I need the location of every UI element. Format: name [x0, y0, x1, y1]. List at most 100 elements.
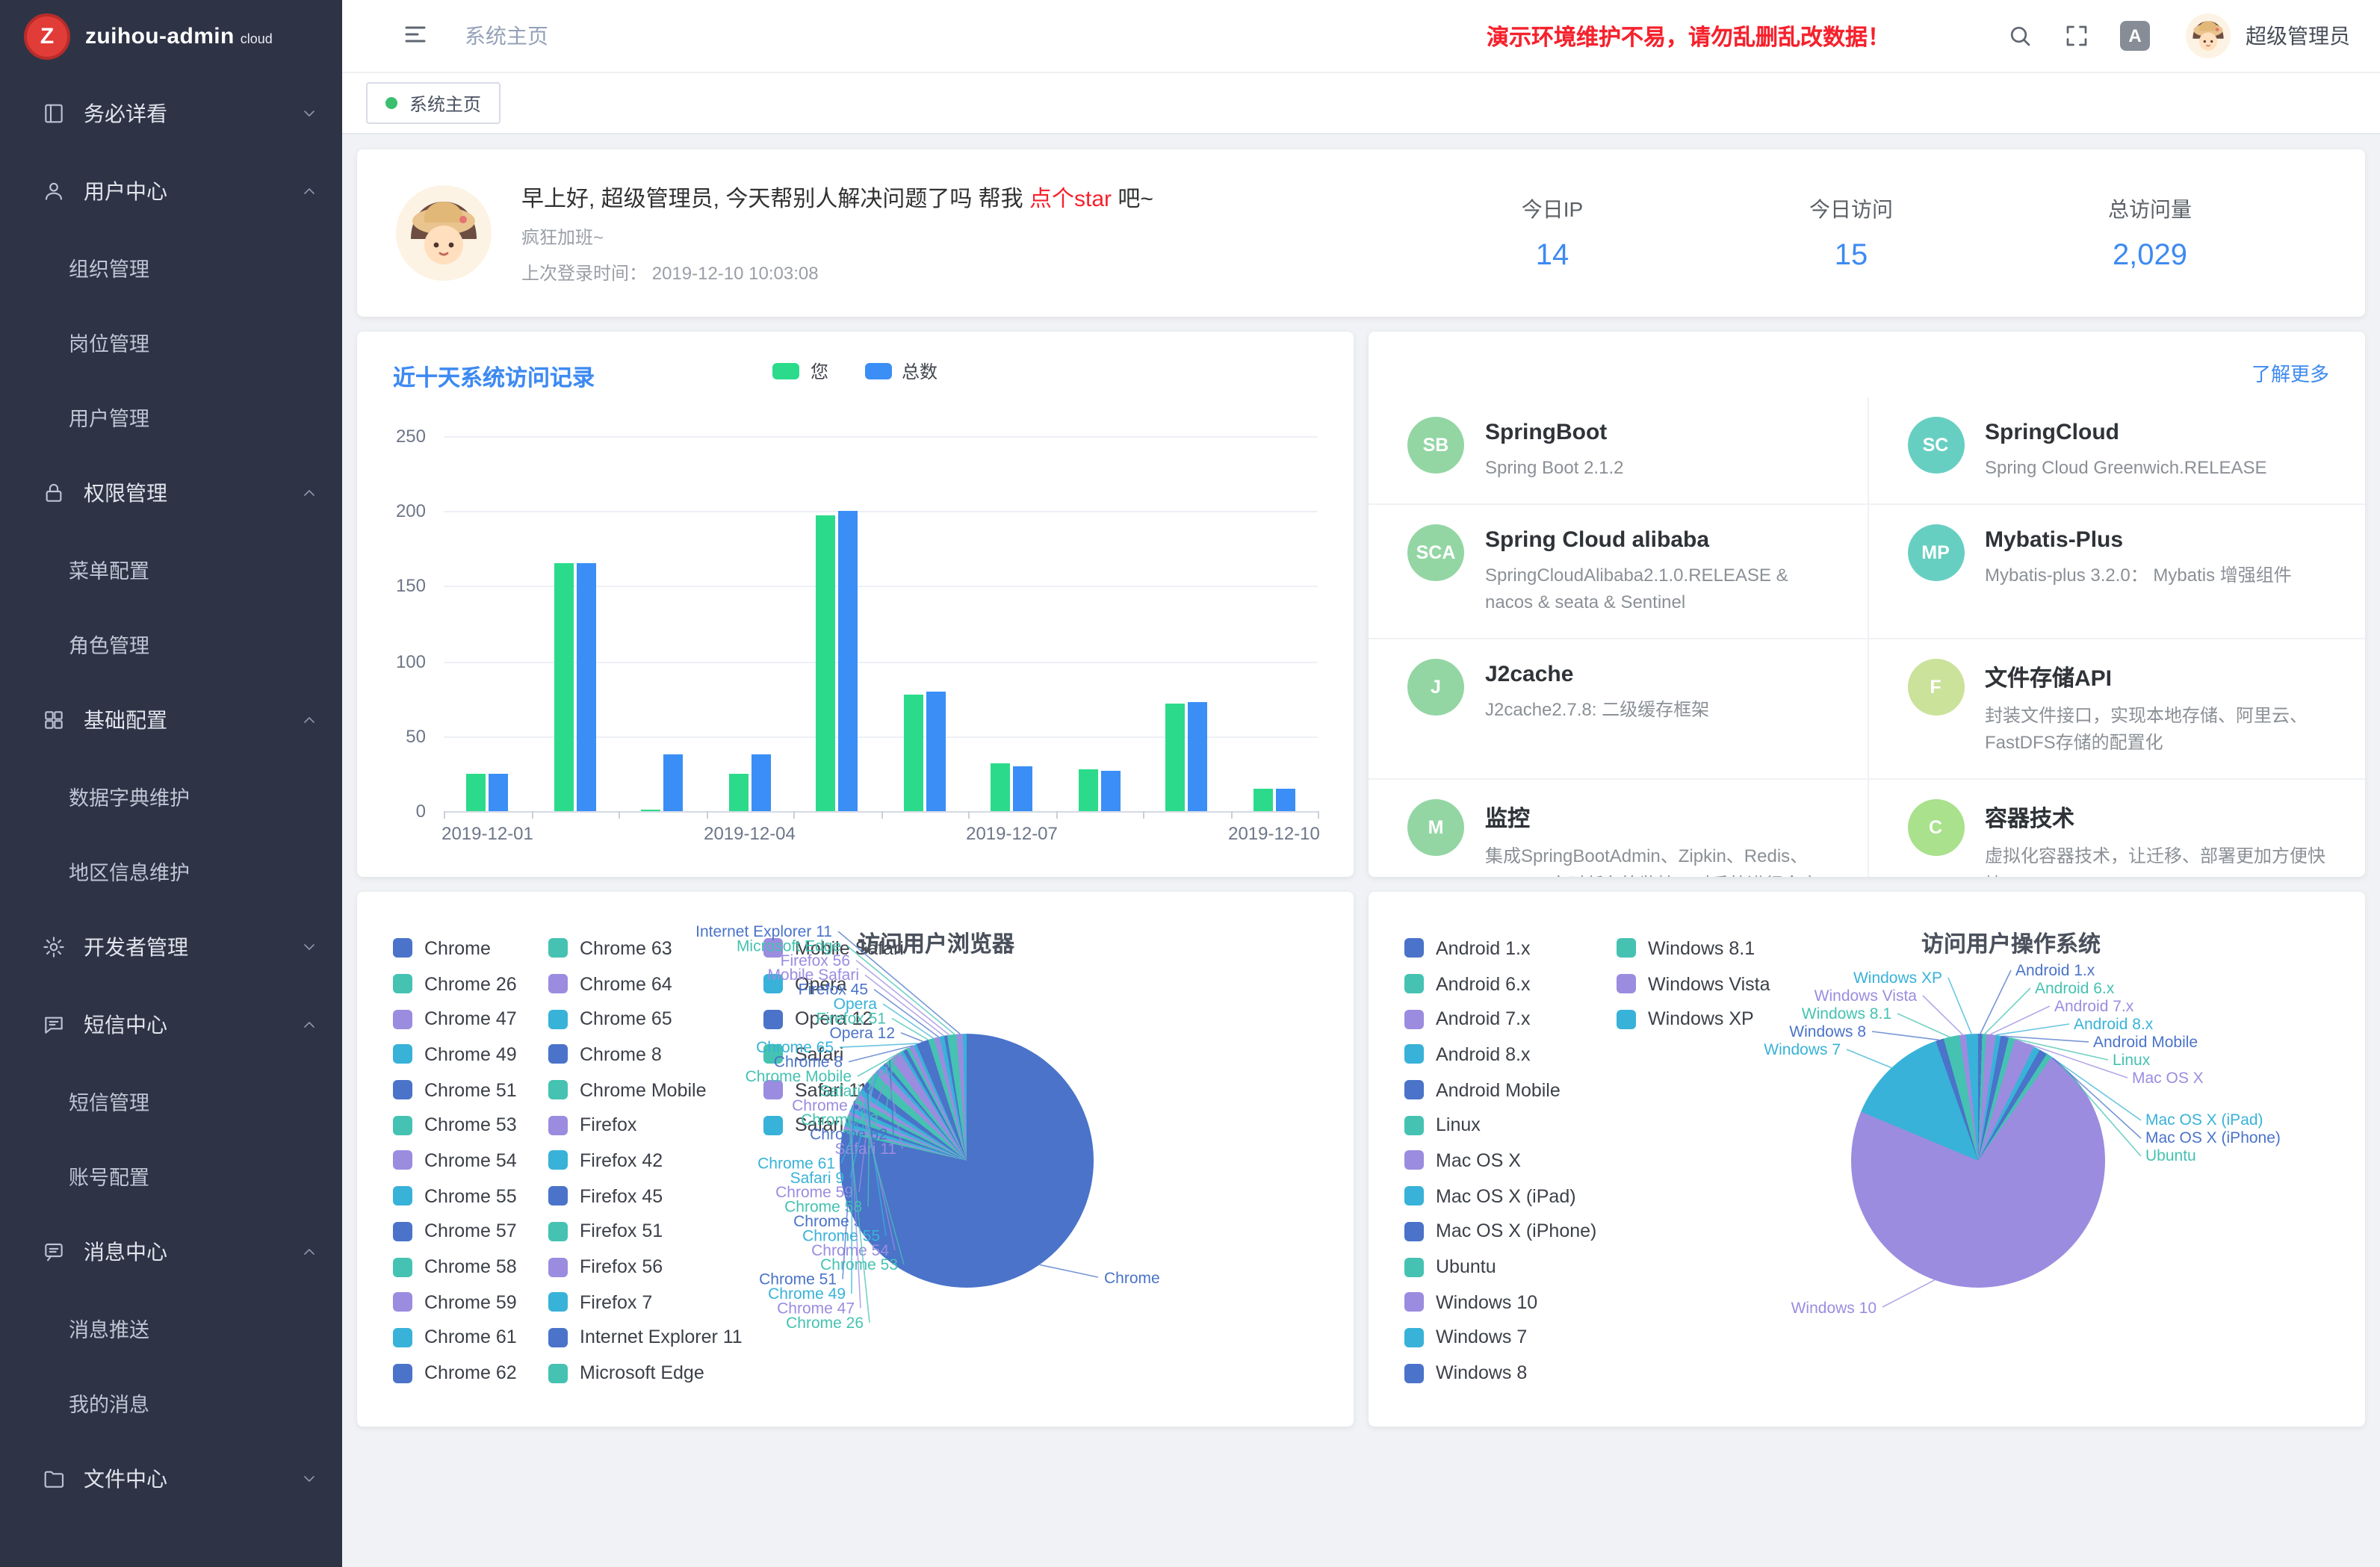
legend-item[interactable]: Android 6.x — [1404, 966, 1617, 1001]
sidebar-item-3-0[interactable]: 数据字典维护 — [0, 759, 342, 834]
legend-item[interactable]: Opera — [763, 966, 958, 1001]
legend-item[interactable]: Chrome 62 — [393, 1356, 548, 1391]
sidebar-item-5-0[interactable]: 短信管理 — [0, 1064, 342, 1138]
search-icon[interactable] — [2006, 22, 2033, 49]
sidebar-group-5[interactable]: 短信中心 — [0, 986, 342, 1064]
font-size-icon[interactable]: A — [2120, 21, 2150, 51]
legend-item[interactable]: Chrome 59 — [393, 1285, 548, 1320]
framework-badge: SB — [1407, 417, 1464, 474]
legend-item[interactable]: Firefox — [548, 1108, 763, 1143]
legend-label: Chrome — [424, 938, 491, 959]
legend-item[interactable]: Windows 7 — [1404, 1320, 1617, 1355]
legend-item[interactable]: Mac OS X — [1404, 1143, 1617, 1178]
legend-item[interactable]: Android 7.x — [1404, 1002, 1617, 1037]
legend-item[interactable]: Firefox 7 — [548, 1285, 763, 1320]
framework-badge: M — [1407, 799, 1464, 856]
legend-item[interactable]: Chrome 65 — [548, 1002, 763, 1037]
legend-marker — [1404, 1222, 1424, 1241]
legend-item[interactable]: Android 1.x — [1404, 931, 1617, 966]
legend-item[interactable]: Chrome 8 — [548, 1037, 763, 1072]
legend-item[interactable]: Firefox 45 — [548, 1179, 763, 1214]
legend-item[interactable]: Mac OS X (iPhone) — [1404, 1214, 1617, 1249]
legend-item[interactable]: Chrome 57 — [393, 1214, 548, 1249]
legend-item[interactable]: Chrome 58 — [393, 1249, 548, 1284]
legend-item[interactable]: Chrome 61 — [393, 1320, 548, 1355]
legend-item[interactable]: Chrome Mobile — [548, 1073, 763, 1108]
legend-item[interactable]: Windows XP — [1617, 1002, 1796, 1037]
framework-title: 监控 — [1485, 802, 1828, 834]
legend-item[interactable]: Windows Vista — [1617, 966, 1796, 1001]
sidebar-group-3[interactable]: 基础配置 — [0, 681, 342, 759]
last-login: 上次登录时间： 2019-12-10 10:03:08 — [521, 259, 1153, 285]
sidebar-item-6-1[interactable]: 我的消息 — [0, 1365, 342, 1440]
legend-label: Microsoft Edge — [580, 1362, 704, 1383]
legend-item[interactable]: Chrome 49 — [393, 1037, 548, 1072]
star-link[interactable]: 点个star — [1029, 186, 1112, 211]
legend-item[interactable]: Chrome 63 — [548, 931, 763, 966]
legend-item[interactable]: Windows 8 — [1404, 1356, 1617, 1391]
legend-label: Chrome 26 — [424, 973, 517, 994]
sidebar-item-3-1[interactable]: 地区信息维护 — [0, 834, 342, 908]
framework-desc: 集成SpringBootAdmin、Zipkin、Redis、Mysql、定时任… — [1485, 843, 1828, 877]
sidebar-item-5-1[interactable]: 账号配置 — [0, 1138, 342, 1213]
legend-item[interactable]: Firefox 42 — [548, 1143, 763, 1178]
greeting-info: 早上好, 超级管理员, 今天帮别人解决问题了吗 帮我 点个star 吧~ 疯狂加… — [521, 181, 1153, 285]
folder-icon — [42, 1467, 66, 1491]
sidebar-group-4[interactable]: 开发者管理 — [0, 908, 342, 986]
legend-label: Chrome 59 — [424, 1291, 517, 1312]
framework-desc: Mybatis-plus 3.2.0： Mybatis 增强组件 — [1985, 561, 2292, 589]
legend-item[interactable]: Firefox 56 — [548, 1249, 763, 1284]
legend-item[interactable]: Opera 12 — [763, 1002, 958, 1037]
os-pie[interactable] — [1851, 1034, 2105, 1288]
sidebar-group-label: 务必详看 — [84, 99, 300, 128]
legend-item[interactable]: Chrome 51 — [393, 1073, 548, 1108]
legend-item[interactable]: Ubuntu — [1404, 1249, 1617, 1284]
sidebar-item-2-1[interactable]: 角色管理 — [0, 606, 342, 681]
browser-chart-card: 访问用户浏览器 ChromeChrome 26Chrome 47Chrome 4… — [357, 892, 1354, 1427]
sidebar-group-6[interactable]: 消息中心 — [0, 1213, 342, 1291]
bar-总数-2019-12-03 — [664, 754, 684, 811]
legend-item[interactable]: Linux — [1404, 1108, 1617, 1143]
legend-item[interactable]: Chrome — [393, 931, 548, 966]
legend-item-0[interactable]: 您 — [773, 359, 828, 384]
legend-marker — [1404, 974, 1424, 993]
username[interactable]: 超级管理员 — [2246, 21, 2350, 51]
sidebar-item-2-0[interactable]: 菜单配置 — [0, 532, 342, 606]
legend-item[interactable]: Chrome 47 — [393, 1002, 548, 1037]
user-icon — [42, 179, 66, 203]
learn-more-link[interactable]: 了解更多 — [2252, 359, 2329, 387]
sidebar-group-7[interactable]: 文件中心 — [0, 1440, 342, 1518]
stat-total-visits: 总访问量 2,029 — [2001, 193, 2299, 273]
browser-pie[interactable] — [840, 1034, 1094, 1288]
legend-item[interactable]: Android 8.x — [1404, 1037, 1617, 1072]
sidebar-group-0[interactable]: 务必详看 — [0, 75, 342, 152]
sidebar-item-1-2[interactable]: 用户管理 — [0, 379, 342, 454]
legend-item[interactable]: Internet Explorer 11 — [548, 1320, 763, 1355]
legend-item[interactable]: Firefox 51 — [548, 1214, 763, 1249]
breadcrumb[interactable]: 系统主页 — [465, 21, 548, 51]
legend-item[interactable]: Chrome 53 — [393, 1108, 548, 1143]
legend-item[interactable]: Chrome 26 — [393, 966, 548, 1001]
sidebar-group-1[interactable]: 用户中心 — [0, 152, 342, 230]
legend-item[interactable]: Windows 8.1 — [1617, 931, 1796, 966]
framework-desc: 虚拟化容器技术，让迁移、部署更加方便快捷 — [1985, 843, 2326, 877]
legend-item[interactable]: Chrome 64 — [548, 966, 763, 1001]
sidebar-item-6-0[interactable]: 消息推送 — [0, 1291, 342, 1365]
y-axis-tick: 100 — [396, 651, 426, 671]
app-logo[interactable]: Z zuihou-admin cloud — [0, 0, 342, 72]
sidebar-item-1-0[interactable]: 组织管理 — [0, 230, 342, 305]
legend-item-1[interactable]: 总数 — [864, 359, 938, 384]
fullscreen-icon[interactable] — [2063, 22, 2090, 49]
chevron-down-icon — [300, 711, 318, 729]
sidebar-item-1-1[interactable]: 岗位管理 — [0, 305, 342, 379]
legend-item[interactable]: Mac OS X (iPad) — [1404, 1179, 1617, 1214]
tab-home[interactable]: 系统主页 — [366, 82, 501, 124]
legend-item[interactable]: Chrome 55 — [393, 1179, 548, 1214]
legend-item[interactable]: Android Mobile — [1404, 1073, 1617, 1108]
legend-item[interactable]: Microsoft Edge — [548, 1356, 763, 1391]
legend-item[interactable]: Windows 10 — [1404, 1285, 1617, 1320]
sidebar-group-2[interactable]: 权限管理 — [0, 454, 342, 532]
menu-fold-icon[interactable] — [402, 21, 432, 51]
avatar[interactable] — [2186, 13, 2231, 58]
legend-item[interactable]: Chrome 54 — [393, 1143, 548, 1178]
